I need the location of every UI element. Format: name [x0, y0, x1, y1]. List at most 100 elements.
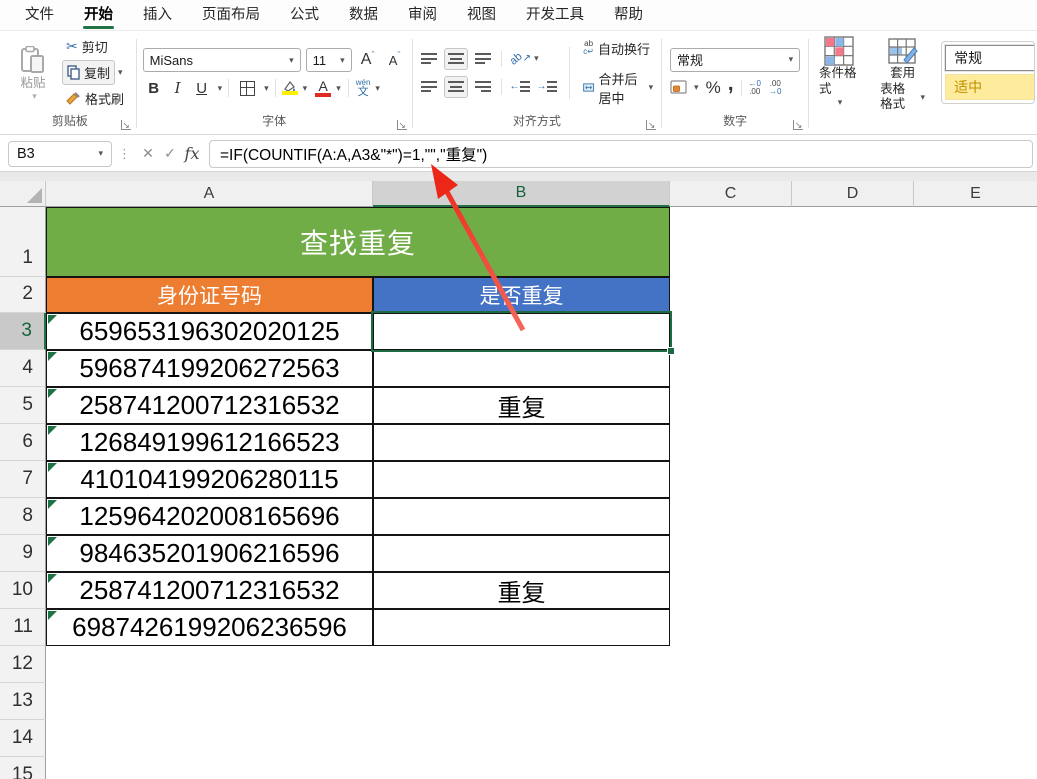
- underline-button[interactable]: U: [191, 77, 213, 99]
- menu-view[interactable]: 视图: [452, 0, 511, 30]
- menu-page-layout[interactable]: 页面布局: [187, 0, 275, 30]
- cell-b6[interactable]: [373, 424, 670, 461]
- cancel-button[interactable]: ✕: [137, 143, 159, 165]
- merge-dropdown-icon[interactable]: ▾: [649, 82, 654, 93]
- row-header-7[interactable]: 7: [0, 461, 46, 498]
- cell-style-neutral[interactable]: 适中: [945, 74, 1035, 100]
- cell-style-normal[interactable]: 常规: [944, 44, 1035, 72]
- comma-style-button[interactable]: ,: [728, 72, 734, 96]
- format-as-table-button[interactable]: 套用 表格格式 ▾: [874, 33, 931, 113]
- clipboard-dialog-launcher[interactable]: ↘: [120, 120, 131, 130]
- bottom-align-button[interactable]: [471, 48, 495, 70]
- align-center-button[interactable]: [443, 75, 468, 98]
- grow-font-button[interactable]: Aˆ: [357, 49, 379, 71]
- menu-insert[interactable]: 插入: [128, 0, 187, 30]
- row-header-4[interactable]: 4: [0, 350, 46, 387]
- fill-color-button[interactable]: [281, 81, 298, 95]
- enter-button[interactable]: ✓: [159, 143, 181, 165]
- row-header-2[interactable]: 2: [0, 277, 46, 313]
- menu-review[interactable]: 审阅: [393, 0, 452, 30]
- fill-handle[interactable]: [667, 347, 675, 355]
- cell-a4[interactable]: 596874199206272563: [46, 350, 373, 387]
- cell-b4[interactable]: [373, 350, 670, 387]
- row-header-10[interactable]: 10: [0, 572, 46, 609]
- increase-indent-button[interactable]: →: [535, 76, 559, 98]
- column-header-e[interactable]: E: [914, 181, 1037, 207]
- cell-b10[interactable]: 重复: [373, 572, 670, 609]
- insert-function-button[interactable]: fx: [181, 143, 203, 165]
- phonetic-dropdown-icon[interactable]: ▾: [375, 83, 380, 94]
- align-right-button[interactable]: [471, 76, 495, 98]
- orientation-button[interactable]: ab ↗ ▾: [508, 48, 542, 70]
- italic-button[interactable]: I: [167, 77, 189, 99]
- column-header-b[interactable]: B: [373, 181, 670, 207]
- cell-a10[interactable]: 258741200712316532: [46, 572, 373, 609]
- increase-decimal-button[interactable]: ←0 .00: [749, 79, 761, 96]
- dup-column-header-cell[interactable]: 是否重复: [373, 277, 670, 313]
- cell-a11[interactable]: 6987426199206236596: [46, 609, 373, 646]
- cell-b7[interactable]: [373, 461, 670, 498]
- copy-dropdown-icon[interactable]: ▾: [118, 67, 123, 78]
- accounting-format-icon[interactable]: [670, 80, 687, 95]
- wrap-text-button[interactable]: ab c↵ 自动换行: [579, 37, 657, 60]
- borders-dropdown-icon[interactable]: ▾: [264, 83, 269, 94]
- decrease-decimal-button[interactable]: .00 →0: [769, 79, 781, 96]
- cell-a7[interactable]: 410104199206280115: [46, 461, 373, 498]
- alignment-dialog-launcher[interactable]: ↘: [646, 120, 657, 130]
- row-header-14[interactable]: 14: [0, 720, 46, 757]
- row-header-15[interactable]: 15: [0, 757, 46, 779]
- number-dialog-launcher[interactable]: ↘: [793, 120, 804, 130]
- phonetic-guide-button[interactable]: wén 文: [356, 78, 371, 98]
- formula-input[interactable]: =IF(COUNTIF(A:A,A3&"*")=1,"","重复"): [209, 139, 1033, 168]
- font-name-combo[interactable]: MiSans ▾: [142, 48, 301, 72]
- decrease-indent-button[interactable]: ←: [508, 76, 532, 98]
- cell-a6[interactable]: 126849199612166523: [46, 424, 373, 461]
- row-header-9[interactable]: 9: [0, 535, 46, 572]
- middle-align-button[interactable]: [443, 47, 468, 70]
- menu-developer[interactable]: 开发工具: [511, 0, 599, 30]
- row-header-8[interactable]: 8: [0, 498, 46, 535]
- menu-file[interactable]: 文件: [10, 0, 69, 30]
- menu-data[interactable]: 数据: [334, 0, 393, 30]
- column-header-a[interactable]: A: [46, 181, 373, 207]
- select-all-corner[interactable]: [0, 181, 46, 207]
- cell-b8[interactable]: [373, 498, 670, 535]
- top-align-button[interactable]: [417, 48, 441, 70]
- copy-button[interactable]: 复制: [62, 60, 116, 85]
- name-box[interactable]: B3 ▾: [8, 140, 112, 167]
- format-painter-button[interactable]: 格式刷: [62, 87, 128, 110]
- cell-a8[interactable]: 125964202008165696: [46, 498, 373, 535]
- conditional-formatting-button[interactable]: 条件格式 ▾: [813, 33, 864, 109]
- merge-center-button[interactable]: 合并后居中 ▾: [579, 67, 657, 109]
- cell-b9[interactable]: [373, 535, 670, 572]
- underline-dropdown-icon[interactable]: ▾: [218, 83, 223, 94]
- borders-button[interactable]: [235, 77, 259, 99]
- bold-button[interactable]: B: [143, 77, 165, 99]
- row-header-13[interactable]: 13: [0, 683, 46, 720]
- align-left-button[interactable]: [417, 76, 441, 98]
- row-header-12[interactable]: 12: [0, 646, 46, 683]
- row-header-6[interactable]: 6: [0, 424, 46, 461]
- cell-b5[interactable]: 重复: [373, 387, 670, 424]
- cell-b11[interactable]: [373, 609, 670, 646]
- row-header-11[interactable]: 11: [0, 609, 46, 646]
- menu-home[interactable]: 开始: [69, 0, 128, 30]
- number-format-combo[interactable]: 常规 ▾: [670, 47, 801, 72]
- column-header-c[interactable]: C: [670, 181, 792, 207]
- row-header-1[interactable]: 1: [0, 207, 46, 277]
- fill-color-dropdown-icon[interactable]: ▾: [303, 83, 308, 94]
- cell-a5[interactable]: 258741200712316532: [46, 387, 373, 424]
- font-size-combo[interactable]: 11 ▾: [305, 48, 352, 72]
- cell-a3[interactable]: 659653196302020125: [46, 313, 373, 350]
- font-color-button[interactable]: A: [315, 79, 332, 97]
- shrink-font-button[interactable]: Aˇ: [384, 49, 406, 71]
- formula-bar-handle[interactable]: ⋮: [118, 146, 131, 162]
- id-column-header-cell[interactable]: 身份证号码: [46, 277, 373, 313]
- menu-help[interactable]: 帮助: [599, 0, 658, 30]
- row-header-3[interactable]: 3: [0, 313, 46, 350]
- percent-style-button[interactable]: %: [706, 78, 721, 98]
- accounting-dropdown-icon[interactable]: ▾: [694, 82, 699, 93]
- title-cell[interactable]: 查找重复: [46, 207, 670, 277]
- paste-button[interactable]: 粘贴 ▾: [6, 43, 60, 103]
- cut-button[interactable]: ✂ 剪切: [62, 35, 128, 58]
